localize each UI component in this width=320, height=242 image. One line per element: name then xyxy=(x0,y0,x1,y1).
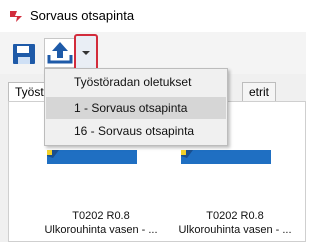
menu-item-toolpath-defaults[interactable]: Työstöradan oletukset xyxy=(46,71,226,93)
turning-tool-icon xyxy=(181,150,271,164)
tab-parameters[interactable]: etrit xyxy=(242,82,276,102)
tool-description: Ulkorouhinta vasen - ... xyxy=(44,224,158,236)
menu-item-1-face-turning[interactable]: 1 - Sorvaus otsapinta xyxy=(46,97,226,119)
window-title: Sorvaus otsapinta xyxy=(30,8,135,23)
upload-icon xyxy=(47,42,73,64)
tool-name: T0202 R0.8 xyxy=(206,210,264,222)
turning-tool-icon xyxy=(47,150,137,164)
save-button[interactable] xyxy=(10,38,38,68)
export-dropdown-menu: Työstöradan oletukset 1 - Sorvaus otsapi… xyxy=(44,68,228,146)
export-button[interactable] xyxy=(44,38,76,68)
menu-item-16-face-turning[interactable]: 16 - Sorvaus otsapinta xyxy=(46,120,226,142)
title-bar: Sorvaus otsapinta xyxy=(0,0,306,32)
app-logo-icon xyxy=(10,11,22,22)
tool-name: T0202 R0.8 xyxy=(72,210,130,222)
export-dropdown-button[interactable] xyxy=(74,34,98,72)
chevron-down-icon xyxy=(82,51,90,55)
tool-description: Ulkorouhinta vasen - ... xyxy=(178,224,292,236)
save-icon xyxy=(13,44,35,64)
